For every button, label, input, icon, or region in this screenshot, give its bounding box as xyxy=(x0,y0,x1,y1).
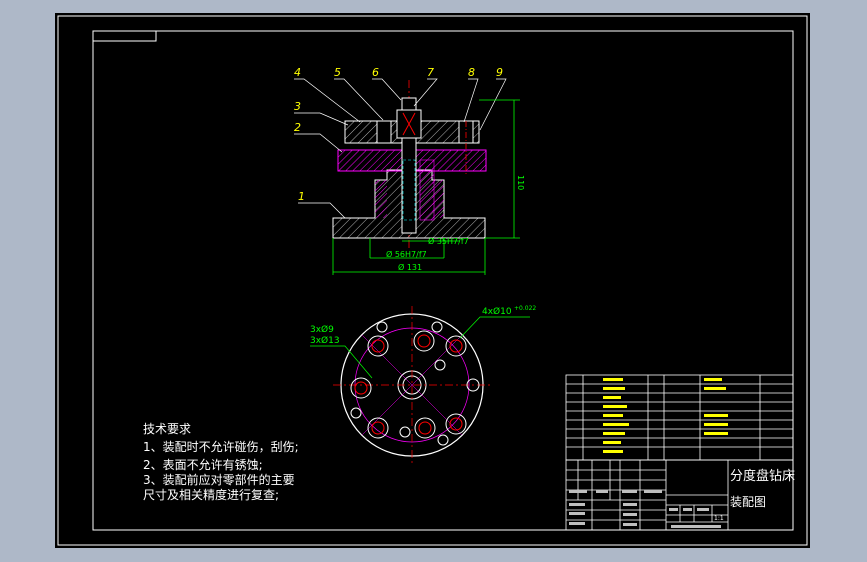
callout-3: 3 xyxy=(294,100,301,113)
cad-viewport[interactable]: 1 2 3 4 5 6 7 8 9 110 Ø 35H7/f7 Ø 56H7/f… xyxy=(0,0,867,562)
dim-inner: Ø 35H7/f7 xyxy=(428,236,469,246)
label-holes-b: 3xØ13 xyxy=(310,335,340,346)
tech-line-4: 尺寸及相关精度进行复查; xyxy=(143,487,279,502)
callout-8: 8 xyxy=(468,66,475,79)
label-holes-a: 3xØ9 xyxy=(310,324,334,335)
callout-6: 6 xyxy=(372,66,379,79)
dim-height: 110 xyxy=(516,175,525,190)
base-left-hatch xyxy=(375,180,387,218)
drawing-title-line2: 装配图 xyxy=(730,495,766,509)
callout-1: 1 xyxy=(298,190,305,203)
label-holes-right: 4xØ10 xyxy=(482,306,512,317)
bolt-left xyxy=(376,120,392,144)
dim-outer: Ø 131 xyxy=(398,262,422,272)
tech-line-3: 3、装配前应对零部件的主要 xyxy=(143,472,295,487)
callout-7: 7 xyxy=(427,66,434,79)
tech-line-2: 2、表面不允许有锈蚀; xyxy=(143,457,263,472)
callout-4: 4 xyxy=(294,66,301,79)
drawing-title-line1: 分度盘钻床 xyxy=(730,468,795,484)
drawing-canvas: 1 2 3 4 5 6 7 8 9 110 Ø 35H7/f7 Ø 56H7/f… xyxy=(55,13,810,548)
tech-line-1: 1、装配时不允许碰伤，刮伤; xyxy=(143,439,299,454)
tech-heading: 技术要求 xyxy=(143,422,191,436)
label-holes-tol: +0.022 xyxy=(514,305,536,312)
dim-mid: Ø 56H7/f7 xyxy=(386,249,427,259)
scale-value: 1:1 xyxy=(714,515,724,522)
callout-2: 2 xyxy=(294,121,301,134)
callout-9: 9 xyxy=(496,66,503,79)
callout-5: 5 xyxy=(334,66,341,79)
